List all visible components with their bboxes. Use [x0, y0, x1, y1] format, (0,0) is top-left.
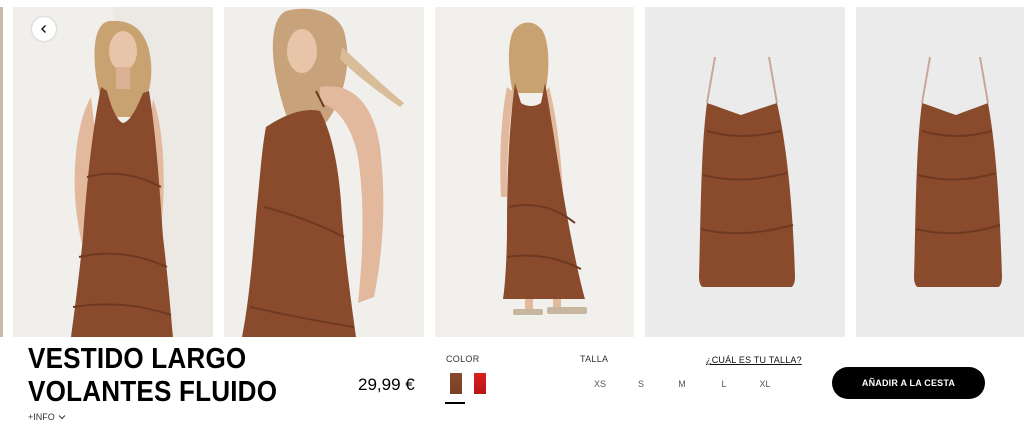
- size-option-m[interactable]: M: [672, 379, 692, 389]
- gallery-image-model-side[interactable]: [224, 7, 424, 337]
- chevron-left-icon: [41, 25, 46, 33]
- gallery-image-flat-back[interactable]: [856, 7, 1024, 337]
- product-title-line2: VOLANTES FLUIDO: [28, 376, 278, 408]
- size-option-xs[interactable]: XS: [590, 379, 610, 389]
- size-label: TALLA: [580, 354, 609, 364]
- color-swatch-red[interactable]: [474, 373, 486, 394]
- product-price: 29,99 €: [358, 375, 415, 394]
- size-guide-link[interactable]: ¿CUÁL ES TU TALLA?: [706, 355, 802, 365]
- size-option-l[interactable]: L: [714, 379, 734, 389]
- add-to-cart-button[interactable]: AÑADIR A LA CESTA: [832, 367, 985, 399]
- more-info-toggle[interactable]: +INFO: [28, 412, 66, 422]
- gallery-image-model-back[interactable]: [435, 7, 634, 337]
- gallery-image-flat-front[interactable]: [645, 7, 845, 337]
- size-option-xl[interactable]: XL: [755, 379, 775, 389]
- size-option-s[interactable]: S: [631, 379, 651, 389]
- product-title: VESTIDO LARGO VOLANTES FLUIDO: [28, 343, 277, 409]
- image-gallery: [0, 0, 1024, 337]
- chevron-down-icon: [58, 415, 66, 420]
- color-label: COLOR: [446, 354, 480, 364]
- selected-color-indicator: [445, 402, 465, 404]
- more-info-label: +INFO: [28, 412, 55, 422]
- previous-image-edge: [0, 7, 3, 337]
- product-title-line1: VESTIDO LARGO: [28, 343, 247, 375]
- back-button[interactable]: [32, 17, 56, 41]
- gallery-image-model-front[interactable]: [13, 7, 213, 337]
- color-swatch-brown[interactable]: [450, 373, 462, 394]
